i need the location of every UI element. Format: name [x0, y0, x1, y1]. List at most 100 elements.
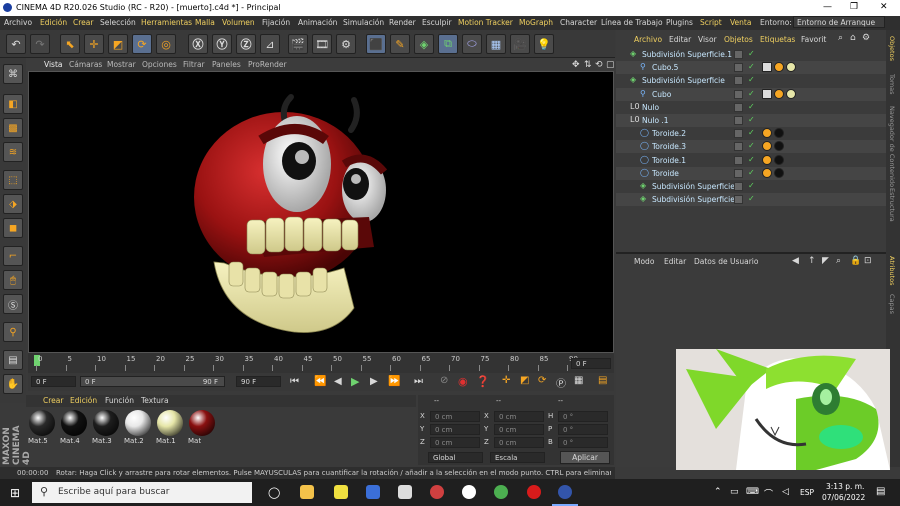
object-tag-icon[interactable]: [762, 141, 772, 152]
object-row[interactable]: ◯ Toroide.2 ✓: [616, 127, 886, 140]
chrome-icon[interactable]: [494, 485, 508, 499]
object-tag-icon[interactable]: [774, 88, 784, 99]
menu-linea-de-trabajo[interactable]: Línea de Trabajo: [601, 18, 663, 27]
visibility-toggle[interactable]: [734, 89, 743, 99]
viewport-menu-filtrar[interactable]: Filtrar: [183, 60, 205, 69]
menu-edicion[interactable]: Edición: [40, 18, 67, 27]
coord-value-field[interactable]: 0 °: [558, 437, 608, 448]
object-tag-icon[interactable]: [774, 167, 784, 178]
move-icon[interactable]: ✛: [84, 34, 104, 54]
subdivision-surface-icon[interactable]: ◈: [414, 34, 434, 54]
coord-value-field[interactable]: 0 cm: [430, 437, 480, 448]
objmenu-objetos[interactable]: Objetos: [724, 35, 753, 44]
visibility-toggle[interactable]: [734, 182, 743, 191]
menu-volumen[interactable]: Volumen: [222, 18, 255, 27]
battery-icon[interactable]: ▭: [730, 487, 739, 497]
solo-icon[interactable]: ▤: [3, 350, 23, 370]
object-row[interactable]: ◯ Toroide.1 ✓: [616, 154, 886, 167]
scale-icon[interactable]: ◩: [108, 34, 128, 54]
coords-scale-select[interactable]: Escala: [490, 452, 545, 463]
object-tag-icon[interactable]: [786, 88, 796, 99]
render-view-icon[interactable]: 🎬: [288, 34, 308, 54]
snap-icon[interactable]: Ⓢ: [3, 294, 23, 314]
coord-value-field[interactable]: 0 °: [558, 411, 608, 422]
points-mode-icon[interactable]: ⬚: [3, 170, 23, 190]
side-tab-objetos[interactable]: Objetos: [888, 36, 896, 61]
object-row[interactable]: ◯ Toroide ✓: [616, 166, 886, 180]
end-frame-field[interactable]: 90 F: [236, 376, 281, 387]
wifi-icon[interactable]: ⌒: [764, 487, 773, 500]
menu-script[interactable]: Script: [700, 18, 722, 27]
menu-fijacion[interactable]: Fijación: [262, 18, 290, 27]
object-tag-icon[interactable]: [762, 88, 772, 99]
coord-value-field[interactable]: 0 cm: [494, 437, 544, 448]
side-tab-estructura[interactable]: Estructura: [888, 188, 896, 222]
enabled-check-icon[interactable]: ✓: [748, 168, 755, 177]
enabled-check-icon[interactable]: ✓: [748, 102, 755, 111]
3d-viewport[interactable]: [28, 71, 614, 353]
array-generator-icon[interactable]: ⧉: [438, 34, 458, 54]
material-menu-edicion[interactable]: Edición: [70, 396, 97, 405]
tweak-mode-icon[interactable]: 🖱: [3, 270, 23, 290]
visibility-toggle[interactable]: [734, 102, 743, 112]
workplane-mode-icon[interactable]: ≋: [3, 142, 23, 162]
current-frame-field[interactable]: 0 F: [571, 358, 611, 369]
viewport-menu-camaras[interactable]: Cámaras: [69, 60, 102, 69]
autokey-icon[interactable]: ❓: [476, 375, 490, 388]
x-axis-icon[interactable]: Ⓧ: [188, 34, 208, 54]
key-position-icon[interactable]: ✛: [502, 375, 510, 386]
visibility-toggle[interactable]: [734, 116, 743, 125]
menu-crear[interactable]: Crear: [73, 18, 93, 27]
object-row[interactable]: ◈ Subdivisión Superficie.1 ✓: [616, 48, 886, 61]
key-scale-icon[interactable]: ◩: [520, 375, 529, 386]
go-to-end-icon[interactable]: ⏭: [414, 376, 423, 387]
enabled-check-icon[interactable]: ✓: [748, 49, 755, 58]
enabled-check-icon[interactable]: ✓: [748, 155, 755, 164]
objmenu-favoritos[interactable]: Favorit: [801, 35, 826, 44]
object-tag-icon[interactable]: [786, 62, 796, 73]
clock-time[interactable]: 3:13 p. m.: [826, 482, 864, 491]
render-settings-icon[interactable]: ⚙: [336, 34, 356, 54]
object-row[interactable]: ◯ Toroide.3 ✓: [616, 140, 886, 154]
environment-select[interactable]: Entorno de Arranque: [793, 16, 885, 28]
attr-menu-editar[interactable]: Editar: [664, 257, 686, 266]
rotate-icon[interactable]: ⟳: [132, 34, 152, 54]
side-tab-capas[interactable]: Capas: [888, 294, 896, 314]
close-icon[interactable]: ✕: [880, 2, 888, 12]
objmenu-archivo[interactable]: Archivo: [634, 35, 662, 44]
menu-mograph[interactable]: MoGraph: [519, 18, 553, 27]
objmenu-etiquetas[interactable]: Etiquetas: [760, 35, 795, 44]
taskbar-search[interactable]: ⚲ Escribe aquí para buscar: [32, 482, 252, 503]
attr-forward-icon[interactable]: ◤: [822, 256, 829, 266]
network-icon[interactable]: ⌨: [746, 487, 759, 497]
attr-back-icon[interactable]: ◀: [792, 256, 799, 266]
deformer-icon[interactable]: ⬭: [462, 34, 482, 54]
menu-character[interactable]: Character: [560, 18, 597, 27]
coords-mode-select[interactable]: Global: [428, 452, 483, 463]
key-rotation-icon[interactable]: ⟳: [538, 375, 546, 386]
render-picture-viewer-icon[interactable]: 🎞: [312, 34, 332, 54]
next-key-icon[interactable]: ⏩: [388, 376, 400, 387]
enabled-check-icon[interactable]: ✓: [748, 181, 755, 190]
cinema4d-taskbar-icon[interactable]: [558, 485, 572, 499]
menu-motion-tracker[interactable]: Motion Tracker: [458, 18, 513, 27]
key-param-icon[interactable]: Ⓟ: [556, 375, 566, 390]
object-row[interactable]: ◈ Subdivisión Superficie ✓: [616, 74, 886, 87]
material-swatch[interactable]: Mat.1: [156, 410, 184, 446]
tray-chevron-icon[interactable]: ⌃: [714, 487, 722, 497]
cube-primitive-icon[interactable]: ⬛: [366, 34, 386, 54]
visibility-toggle[interactable]: [734, 50, 743, 59]
side-tab-tomas[interactable]: Tomas: [888, 74, 896, 95]
object-tag-icon[interactable]: [762, 154, 772, 165]
visibility-toggle[interactable]: [734, 63, 743, 73]
objmgr-settings-icon[interactable]: ⚙: [862, 33, 870, 43]
live-selection-icon[interactable]: ⬉: [60, 34, 80, 54]
spline-pen-icon[interactable]: ✎: [390, 34, 410, 54]
visibility-toggle[interactable]: [734, 195, 743, 205]
polygons-mode-icon[interactable]: ◼: [3, 218, 23, 238]
object-row[interactable]: ⚲ Cubo ✓: [616, 87, 886, 101]
menu-seleccion[interactable]: Selección: [100, 18, 136, 27]
material-menu-textura[interactable]: Textura: [141, 396, 169, 405]
z-axis-icon[interactable]: Ⓩ: [236, 34, 256, 54]
attr-menu-datos-usuario[interactable]: Datos de Usuario: [694, 257, 758, 266]
